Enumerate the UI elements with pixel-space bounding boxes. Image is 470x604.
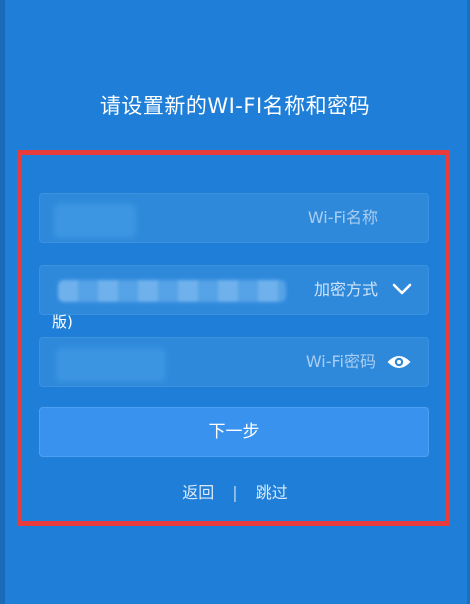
eye-icon[interactable] xyxy=(386,353,412,371)
page-title: 请设置新的WI-FI名称和密码 xyxy=(99,94,371,118)
redacted-value xyxy=(58,280,286,302)
redacted-value xyxy=(56,348,166,382)
wifi-name-placeholder: Wi-Fi名称 xyxy=(307,208,378,227)
next-step-button[interactable]: 下一步 xyxy=(39,407,429,457)
encryption-label: 加密方式 xyxy=(313,280,378,299)
skip-link[interactable]: 跳过 xyxy=(256,479,288,503)
redacted-value xyxy=(54,204,136,238)
wifi-password-placeholder: Wi-Fi密码 xyxy=(305,352,376,371)
encryption-select[interactable]: 加密方式 xyxy=(39,265,429,315)
wifi-name-field[interactable]: Wi-Fi名称 xyxy=(39,193,429,243)
link-separator: | xyxy=(232,483,238,502)
bottom-links: 返回 | 跳过 xyxy=(0,479,470,503)
back-link[interactable]: 返回 xyxy=(182,479,214,503)
chevron-down-icon[interactable] xyxy=(392,281,412,297)
wifi-password-field[interactable]: Wi-Fi密码 xyxy=(39,337,429,387)
encryption-overflow-text: 版) xyxy=(52,313,73,331)
